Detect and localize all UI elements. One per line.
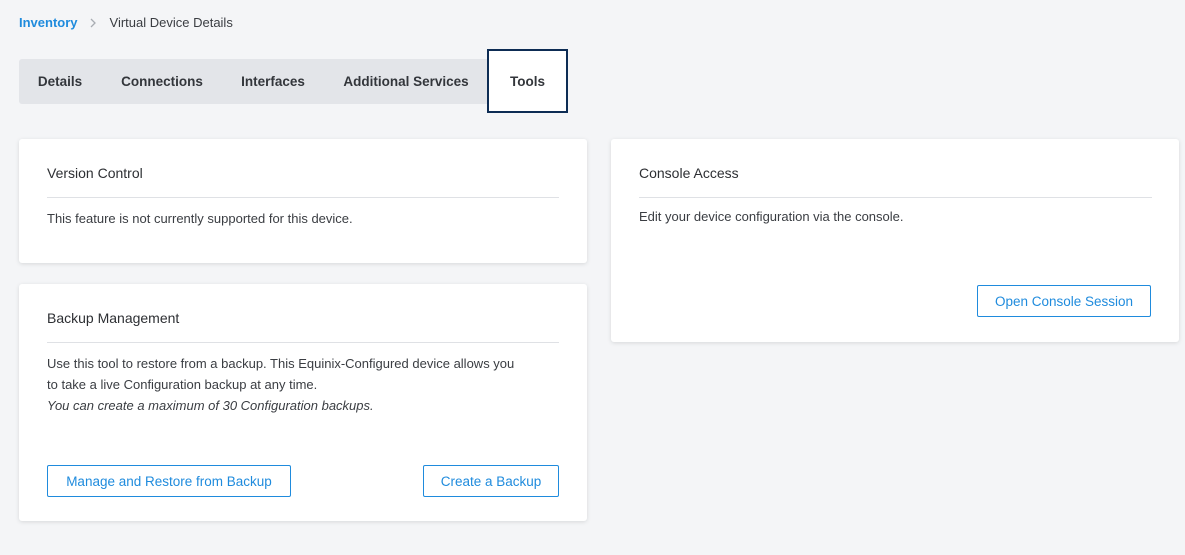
tab-bar: Details Connections Interfaces Additiona… <box>19 49 568 113</box>
create-backup-button[interactable]: Create a Backup <box>423 465 559 497</box>
divider <box>47 342 559 343</box>
divider <box>47 197 559 198</box>
breadcrumb-inventory-link[interactable]: Inventory <box>19 14 78 31</box>
breadcrumb: Inventory Virtual Device Details <box>19 14 233 31</box>
backup-management-title: Backup Management <box>47 310 180 326</box>
console-access-card: Console Access Edit your device configur… <box>611 139 1179 342</box>
version-control-message: This feature is not currently supported … <box>47 211 353 226</box>
chevron-right-icon <box>89 18 97 28</box>
manage-restore-backup-button[interactable]: Manage and Restore from Backup <box>47 465 291 497</box>
version-control-title: Version Control <box>47 165 143 181</box>
backup-limit-note: You can create a maximum of 30 Configura… <box>47 398 374 413</box>
tab-tools[interactable]: Tools <box>487 49 568 113</box>
tab-interfaces[interactable]: Interfaces <box>223 59 323 104</box>
page: Inventory Virtual Device Details Details… <box>0 0 1185 555</box>
backup-management-card: Backup Management Use this tool to resto… <box>19 284 587 521</box>
console-access-description: Edit your device configuration via the c… <box>639 209 904 224</box>
open-console-session-button[interactable]: Open Console Session <box>977 285 1151 317</box>
breadcrumb-current: Virtual Device Details <box>109 15 233 30</box>
tab-details[interactable]: Details <box>19 59 101 104</box>
backup-description: Use this tool to restore from a backup. … <box>47 353 514 416</box>
console-access-title: Console Access <box>639 165 739 181</box>
version-control-card: Version Control This feature is not curr… <box>19 139 587 263</box>
backup-description-line1: Use this tool to restore from a backup. … <box>47 356 515 371</box>
divider <box>639 197 1152 198</box>
tab-connections[interactable]: Connections <box>103 59 221 104</box>
backup-description-line2: to take a live Configuration backup at a… <box>47 377 318 392</box>
tab-additional-services[interactable]: Additional Services <box>325 59 487 104</box>
